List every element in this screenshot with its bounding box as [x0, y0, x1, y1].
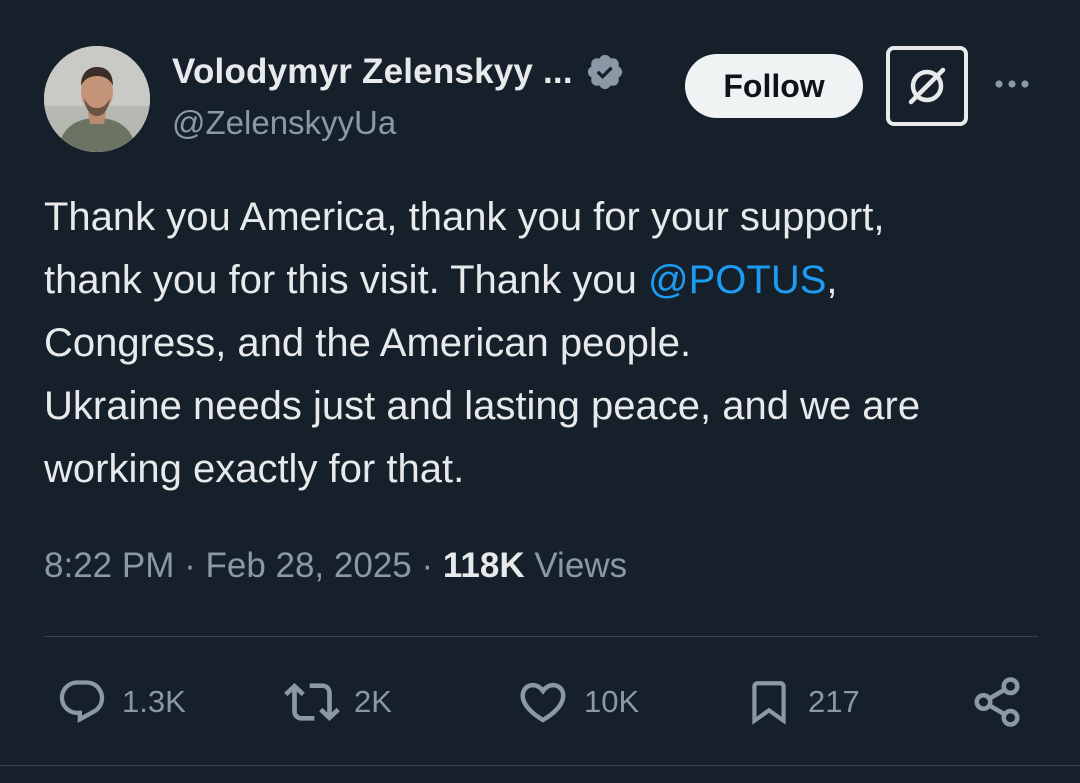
tweet-line-2: thank you for this visit. Thank you @POT…	[44, 258, 838, 302]
like-button[interactable]: 10K	[516, 674, 639, 730]
reply-button[interactable]: 1.3K	[56, 674, 186, 730]
tweet: Volodymyr Zelenskyy ... @ZelenskyyUa Fol…	[0, 0, 1080, 783]
bottom-divider	[0, 765, 1080, 766]
more-options-button[interactable]	[988, 66, 1036, 102]
bookmark-button[interactable]: 217	[744, 674, 860, 730]
more-dots-icon	[995, 80, 1029, 88]
divider	[44, 636, 1038, 637]
grok-icon	[908, 67, 946, 105]
reply-icon	[59, 680, 105, 724]
author-name-row: Volodymyr Zelenskyy ...	[172, 52, 625, 92]
tweet-line-4: Ukraine needs just and lasting peace, an…	[44, 384, 921, 428]
tweet-line-1: Thank you America, thank you for your su…	[44, 195, 885, 239]
tweet-line-2-punct: ,	[826, 258, 838, 302]
tweet-line-3: Congress, and the American people.	[44, 321, 692, 365]
tweet-meta: 8:22 PM · Feb 28, 2025 · 118K Views	[44, 546, 627, 586]
follow-button[interactable]: Follow	[685, 54, 863, 118]
author-handle[interactable]: @ZelenskyyUa	[172, 104, 396, 142]
heart-icon	[520, 682, 566, 723]
verified-badge-icon	[585, 52, 625, 92]
tweet-line-5: working exactly for that.	[44, 447, 465, 491]
views-label: Views	[524, 546, 628, 585]
meta-separator: ·	[411, 546, 443, 585]
bookmark-icon	[752, 681, 786, 725]
repost-button[interactable]: 2K	[284, 674, 392, 730]
views-count: 118K	[442, 546, 525, 585]
repost-count: 2K	[354, 684, 392, 719]
share-button[interactable]	[970, 674, 1024, 730]
avatar[interactable]	[44, 46, 150, 152]
repost-icon	[284, 683, 340, 721]
grok-button[interactable]	[886, 46, 968, 126]
tweet-date[interactable]: Feb 28, 2025	[205, 546, 411, 585]
tweet-time[interactable]: 8:22 PM	[44, 546, 174, 585]
bookmark-count: 217	[808, 684, 860, 719]
meta-separator: ·	[174, 546, 206, 585]
author-display-name[interactable]: Volodymyr Zelenskyy ...	[172, 52, 573, 92]
avatar-image	[44, 46, 150, 152]
like-count: 10K	[584, 684, 640, 719]
mention-link[interactable]: @POTUS	[648, 258, 826, 302]
reply-count: 1.3K	[122, 684, 186, 719]
tweet-line-2-text: thank you for this visit. Thank you	[44, 258, 649, 302]
share-icon	[974, 677, 1020, 727]
tweet-text: Thank you America, thank you for your su…	[44, 186, 1054, 501]
